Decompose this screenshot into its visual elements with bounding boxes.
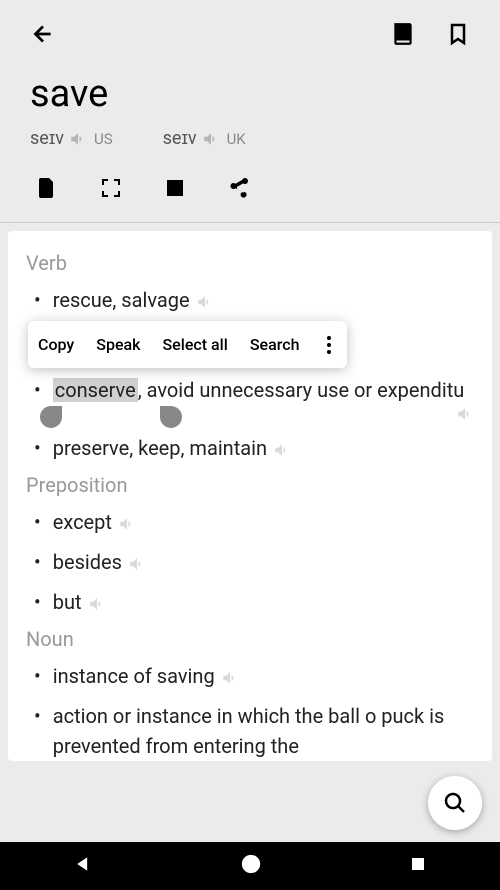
word-title: save [0,62,500,128]
selection-handle-left[interactable] [40,406,62,428]
more-icon[interactable] [321,336,337,354]
pos-noun: Noun [26,627,474,651]
pronunciation-us[interactable]: seɪv US [30,128,113,149]
definition-item: • preserve, keep, maintain [26,433,474,463]
bookmark-icon[interactable] [446,20,470,52]
definition-item: • rescue, salvage [26,285,474,315]
definition-item: • but [26,587,474,617]
select-all-action[interactable]: Select all [162,335,227,354]
definition-item: • besides [26,547,474,577]
speaker-icon[interactable] [456,405,474,423]
pronunciation-uk[interactable]: seɪv UK [163,128,246,149]
system-nav-bar [0,842,500,890]
speaker-icon[interactable] [221,669,239,687]
speaker-icon[interactable] [273,441,291,459]
fullscreen-icon[interactable] [99,176,123,204]
back-button[interactable] [30,21,56,51]
document-icon[interactable] [35,176,59,204]
speaker-icon[interactable] [118,515,136,533]
search-action[interactable]: Search [250,335,300,354]
definition-item: • conserve, avoid unnecessary use or exp… [26,375,474,423]
definition-item: • instance of saving [26,661,474,691]
nav-back[interactable] [73,854,93,878]
definition-item: • except [26,507,474,537]
speak-action[interactable]: Speak [96,335,140,354]
speaker-icon[interactable] [88,595,106,613]
definition-item: • action or instance in which the ball o… [26,701,474,761]
nav-recent[interactable] [409,855,427,877]
speaker-icon [202,130,220,148]
pos-preposition: Preposition [26,473,474,497]
speaker-icon[interactable] [196,293,214,311]
share-icon[interactable] [227,176,251,204]
selection-handle-right[interactable] [160,406,182,428]
nav-home[interactable] [240,853,262,879]
copy-action[interactable]: Copy [38,335,74,354]
speaker-icon [69,130,87,148]
book-icon[interactable] [390,21,416,51]
search-fab[interactable] [428,776,482,830]
selected-text[interactable]: conserve [53,378,138,402]
speaker-icon[interactable] [128,555,146,573]
pos-verb: Verb [26,251,474,275]
context-menu: Copy Speak Select all Search [28,321,347,368]
note-icon[interactable] [163,176,187,204]
